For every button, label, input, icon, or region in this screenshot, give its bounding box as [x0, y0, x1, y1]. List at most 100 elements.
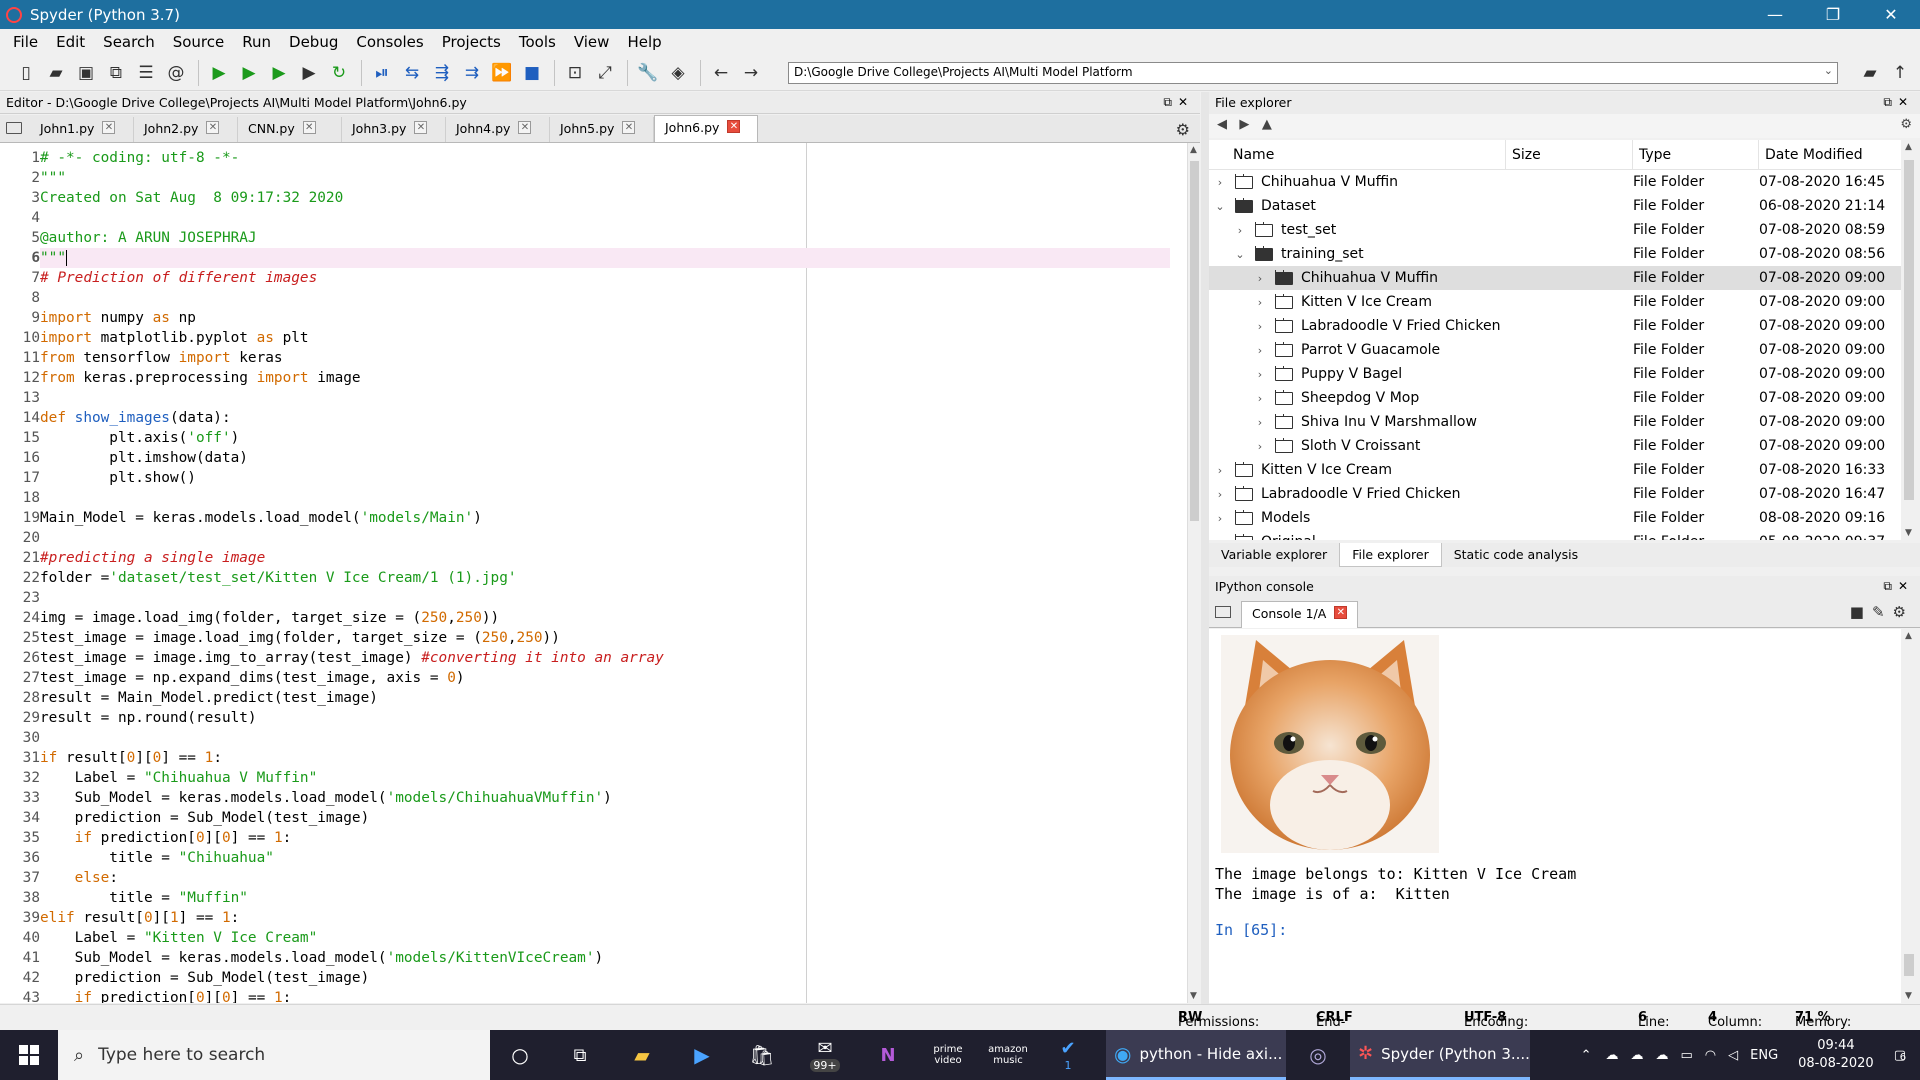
close-tab-icon[interactable]: ✕ [102, 121, 116, 134]
code-line[interactable]: plt.show() [40, 468, 1170, 488]
scroll-down-icon[interactable]: ▼ [1190, 991, 1197, 1001]
code-line[interactable]: Label = "Chihuahua V Muffin" [40, 768, 1170, 788]
file-tree-row[interactable]: › Labradoodle V Fried Chicken File Folder 0… [1209, 314, 1901, 338]
chevron-down-icon[interactable]: ⌄ [1824, 64, 1833, 77]
code-line[interactable]: img = image.load_img(folder, target_size… [40, 608, 1170, 628]
close-button[interactable]: ✕ [1862, 0, 1920, 29]
menu-tools[interactable]: Tools [510, 33, 565, 51]
code-line[interactable]: """ [40, 168, 1170, 188]
run-selection-icon[interactable]: ▶ [295, 59, 323, 87]
console-scrollbar[interactable]: ▲ ▼ [1901, 629, 1918, 1003]
tab-john4[interactable]: John4.py ✕ [446, 117, 550, 142]
code-line[interactable]: if prediction[0][0] == 1: [40, 828, 1170, 848]
menu-debug[interactable]: Debug [280, 33, 347, 51]
code-area[interactable]: # -*- coding: utf-8 -*- """ Created on Sat… [40, 148, 1170, 1003]
chevron-right-icon[interactable]: › [1253, 272, 1267, 285]
code-line[interactable]: else: [40, 868, 1170, 888]
menu-search[interactable]: Search [94, 33, 164, 51]
cortana-icon[interactable]: ○ [500, 1030, 540, 1080]
gear-icon[interactable]: ⚙ [1176, 120, 1190, 139]
close-tab-icon[interactable]: ✕ [727, 120, 741, 133]
language-indicator[interactable]: ENG [1750, 1048, 1778, 1063]
file-tree-row[interactable]: › Original File Folder05-08-2020 09:37 [1209, 530, 1901, 540]
chevron-right-icon[interactable]: › [1213, 536, 1227, 541]
code-line[interactable]: import matplotlib.pyplot as plt [40, 328, 1170, 348]
new-file-icon[interactable]: ▯ [12, 59, 40, 87]
code-line[interactable]: prediction = Sub_Model(test_image) [40, 808, 1170, 828]
tab-john5[interactable]: John5.py ✕ [550, 117, 654, 142]
menu-edit[interactable]: Edit [47, 33, 94, 51]
code-line[interactable]: Sub_Model = keras.models.load_model('mod… [40, 948, 1170, 968]
battery-icon[interactable]: ▭ [1680, 1048, 1692, 1063]
forward-icon[interactable]: ▶ [1239, 117, 1249, 132]
continue-icon[interactable]: ⏩ [488, 59, 516, 87]
code-line[interactable] [40, 208, 1170, 228]
gear-icon[interactable]: ⚙ [1900, 117, 1912, 132]
save-icon[interactable]: ▣ [72, 59, 100, 87]
clock[interactable]: 09:44 08-08-2020 [1798, 1037, 1874, 1073]
run-cell-advance-icon[interactable]: ▶ [265, 59, 293, 87]
run-icon[interactable]: ▶ [205, 59, 233, 87]
code-line[interactable]: result = np.round(result) [40, 708, 1170, 728]
rerun-icon[interactable]: ↻ [325, 59, 353, 87]
code-line[interactable]: Main_Model = keras.models.load_model('mo… [40, 508, 1170, 528]
code-line[interactable]: title = "Chihuahua" [40, 848, 1170, 868]
close-pane-icon[interactable]: ✕ [1898, 579, 1914, 593]
column-type[interactable]: Type [1633, 140, 1759, 170]
scrollbar-thumb[interactable] [1904, 160, 1914, 500]
preferences-icon[interactable]: 🔧 [634, 59, 662, 87]
console-prompt[interactable]: In [65]: [1215, 921, 1287, 939]
taskbar-edge-window[interactable]: ◉ python - Hide axi... [1106, 1030, 1286, 1080]
code-line[interactable]: #predicting a single image [40, 548, 1170, 568]
back-icon[interactable]: ◀ [1217, 117, 1227, 132]
wifi-icon[interactable]: ◠ [1705, 1048, 1716, 1063]
code-line[interactable] [40, 388, 1170, 408]
browse-folder-icon[interactable]: ▰ [1856, 59, 1884, 87]
file-tree[interactable]: Name Size Type Date Modified › Chihuahua … [1209, 140, 1901, 540]
file-tree-row[interactable]: › Sloth V Croissant File Folder 07-08-2020 … [1209, 434, 1901, 458]
code-line[interactable]: prediction = Sub_Model(test_image) [40, 968, 1170, 988]
file-tree-row[interactable]: › Kitten V Ice Cream File Folder 07-08-2020… [1209, 458, 1901, 482]
column-date[interactable]: Date Modified [1759, 140, 1901, 170]
fullscreen-icon[interactable]: ⤢ [591, 59, 619, 87]
close-pane-icon[interactable]: ✕ [1898, 95, 1914, 109]
file-tree-row[interactable]: › Parrot V Guacamole File Folder 07-08-2020… [1209, 338, 1901, 362]
file-tree-row[interactable]: › Kitten V Ice Cream File Folder 07-08-2020… [1209, 290, 1901, 314]
code-line[interactable] [40, 288, 1170, 308]
code-line[interactable]: if prediction[0][0] == 1: [40, 988, 1170, 1003]
open-file-icon[interactable]: ▰ [42, 59, 70, 87]
file-explorer-taskbar-icon[interactable]: ▰ [620, 1030, 664, 1080]
onedrive-icon[interactable]: ☁ [1605, 1048, 1618, 1063]
tab-john6[interactable]: John6.py ✕ [654, 115, 758, 142]
chevron-down-icon[interactable]: ⌄ [1233, 248, 1247, 261]
step-return-icon[interactable]: ⇉ [458, 59, 486, 87]
editor-scrollbar[interactable]: ▲ ▼ [1187, 143, 1201, 1003]
task-view-icon[interactable]: ⧉ [560, 1030, 600, 1080]
chevron-right-icon[interactable]: › [1213, 488, 1227, 501]
back-arrow-icon[interactable]: ← [707, 59, 735, 87]
menu-projects[interactable]: Projects [433, 33, 510, 51]
file-tree-row[interactable]: › Labradoodle V Fried Chicken File Folder 0… [1209, 482, 1901, 506]
code-editor[interactable]: 1 2 3 4 5 6 7 8 9 10 11 12 13 14 15 16 17 18 19 20 21 22 23 24 2… [0, 143, 1187, 1003]
file-tree-row[interactable]: ⌄ training_set File Folder 07-08-2020 08:56 [1209, 242, 1901, 266]
browse-tabs-icon[interactable] [6, 122, 22, 134]
app-icon[interactable]: ◎ [1296, 1030, 1340, 1080]
taskbar-spyder-window[interactable]: ✲ Spyder (Python 3.... [1350, 1030, 1530, 1080]
code-line[interactable]: title = "Muffin" [40, 888, 1170, 908]
menu-help[interactable]: Help [618, 33, 670, 51]
chevron-right-icon[interactable]: › [1253, 344, 1267, 357]
scrollbar-thumb[interactable] [1190, 161, 1199, 521]
onenote-icon[interactable]: N [866, 1030, 910, 1080]
console-output[interactable]: The image belongs to: Kitten V Ice Cream… [1209, 629, 1901, 1003]
scroll-up-icon[interactable]: ▲ [1905, 631, 1912, 641]
prime-video-icon[interactable]: prime video [926, 1030, 970, 1080]
code-line[interactable]: elif result[0][1] == 1: [40, 908, 1170, 928]
close-tab-icon[interactable]: ✕ [518, 121, 532, 134]
clear-console-icon[interactable]: ✎ [1872, 603, 1893, 621]
code-line[interactable]: # Prediction of different images [40, 268, 1170, 288]
todo-icon[interactable]: ✔ 1 [1046, 1030, 1090, 1080]
stop-kernel-icon[interactable]: ■ [1850, 603, 1872, 621]
scroll-down-icon[interactable]: ▼ [1905, 991, 1912, 1001]
tab-john2[interactable]: John2.py ✕ [134, 117, 238, 142]
code-line[interactable]: result = Main_Model.predict(test_image) [40, 688, 1170, 708]
